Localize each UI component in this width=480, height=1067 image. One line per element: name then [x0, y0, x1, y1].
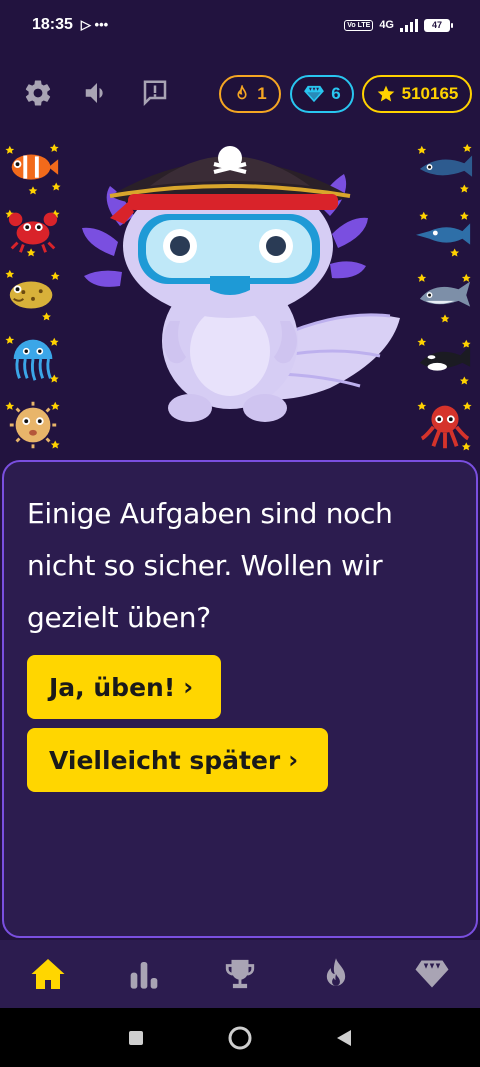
- nav-stats[interactable]: [114, 944, 174, 1004]
- status-right: Vo LTE 4G 47: [344, 18, 453, 32]
- trophy-icon: [225, 959, 255, 989]
- network-type: 4G: [379, 19, 394, 31]
- chevron-right-icon: ›: [183, 673, 194, 701]
- signal-icon: [400, 18, 418, 32]
- octopus-sticker[interactable]: [416, 396, 474, 454]
- status-left: 18:35 ▷ •••: [32, 16, 108, 34]
- home-circle-icon[interactable]: [227, 1025, 253, 1051]
- battery-level: 47: [431, 20, 442, 30]
- feedback-icon[interactable]: [138, 76, 172, 110]
- gem-icon: [415, 960, 449, 988]
- gems-count: 6: [331, 84, 341, 103]
- jellyfish-sticker[interactable]: [4, 330, 62, 388]
- pufferfish-sticker[interactable]: [4, 266, 62, 324]
- clock: 18:35: [32, 16, 73, 33]
- battery-icon: 47: [424, 18, 453, 32]
- orca-sticker[interactable]: [416, 332, 474, 390]
- nav-streak[interactable]: [306, 944, 366, 1004]
- shark-sticker[interactable]: [416, 140, 474, 198]
- volume-icon[interactable]: [80, 76, 114, 110]
- blowfish-sticker[interactable]: [4, 396, 62, 454]
- flame-icon: [326, 958, 346, 986]
- nav-home[interactable]: [18, 944, 78, 1004]
- settings-gear-icon[interactable]: [21, 76, 55, 110]
- top-toolbar: 1 6 510165: [0, 70, 480, 118]
- swordfish-sticker[interactable]: [416, 204, 474, 262]
- back-icon[interactable]: [335, 1028, 353, 1048]
- dialog-message: Einige Aufgaben sind noch nicht so siche…: [27, 497, 393, 634]
- crab-sticker[interactable]: [4, 202, 62, 260]
- bottom-navigation: [0, 940, 480, 1008]
- maybe-later-button[interactable]: Vielleicht später ›: [27, 728, 328, 792]
- stars-count: 510165: [401, 84, 459, 103]
- volte-icon: Vo LTE: [344, 19, 374, 31]
- diamond-icon: [304, 85, 325, 103]
- system-navigation-bar: [0, 1008, 480, 1067]
- streak-count: 1: [257, 84, 267, 103]
- hero-area: [0, 130, 480, 460]
- gems-badge[interactable]: 6: [290, 75, 354, 113]
- axolotl-mascot-image: [82, 146, 400, 422]
- notification-icons: ▷ •••: [80, 17, 109, 32]
- nav-trophy[interactable]: [210, 944, 270, 1004]
- chevron-right-icon: ›: [288, 746, 299, 774]
- recents-icon[interactable]: [127, 1029, 145, 1047]
- maybe-later-label: Vielleicht später: [49, 745, 281, 775]
- dolphin-sticker[interactable]: [416, 268, 474, 326]
- home-icon: [31, 959, 65, 989]
- stars-badge[interactable]: 510165: [362, 75, 472, 113]
- clownfish-sticker[interactable]: [4, 140, 62, 198]
- fire-icon: [237, 85, 247, 100]
- practice-now-button[interactable]: Ja, üben! ›: [27, 655, 221, 719]
- stats-icon: [130, 962, 158, 989]
- practice-dialog: Einige Aufgaben sind noch nicht so siche…: [2, 460, 478, 938]
- status-bar: 18:35 ▷ ••• Vo LTE 4G 47: [0, 0, 480, 50]
- streak-badge[interactable]: 1: [219, 75, 281, 113]
- practice-now-label: Ja, üben!: [49, 672, 176, 702]
- star-icon: [377, 85, 394, 102]
- nav-gems[interactable]: [402, 944, 462, 1004]
